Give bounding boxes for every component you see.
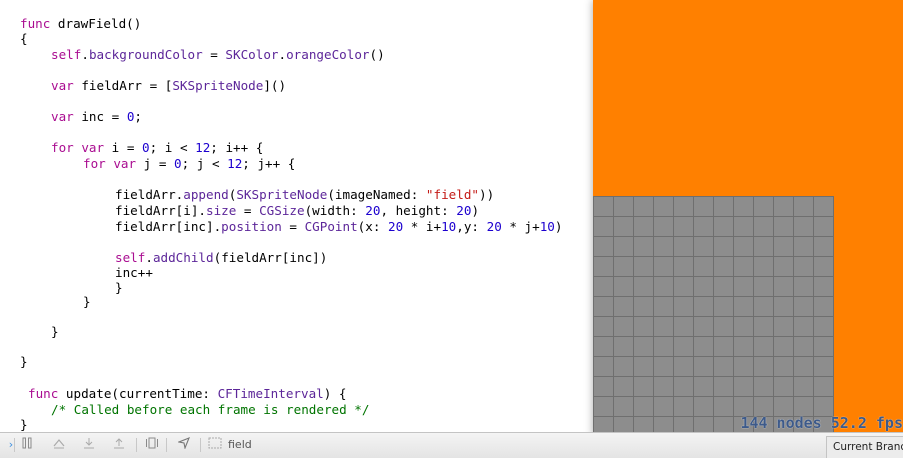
string-literal: "field" [425, 187, 479, 202]
code-line-addchild[interactable]: self.addChild(fieldArr[inc]) [115, 250, 327, 265]
code-line-brace-open[interactable]: { [20, 31, 28, 46]
keyword: func [20, 16, 51, 31]
frame-icon [206, 437, 224, 453]
location-icon[interactable] [175, 437, 193, 453]
sprite-scene-window[interactable]: 144 nodes 52.2 fps [593, 0, 903, 436]
code-line-for-j[interactable]: for var j = 0; j < 12; j++ { [83, 156, 295, 171]
code-line-brace-close[interactable]: } [115, 280, 123, 295]
keyword: for [83, 156, 106, 171]
number-literal: 0 [142, 140, 150, 155]
code-line-fieldarr-decl[interactable]: var fieldArr = [SKSpriteNode]() [51, 78, 286, 93]
keyword: var [113, 156, 137, 171]
keyword: var [51, 109, 74, 124]
number-literal: 20 [365, 203, 381, 218]
method-name: orangeColor [286, 47, 370, 62]
step-into-icon[interactable] [80, 437, 98, 453]
current-branch-tab[interactable]: Current Branch [826, 436, 903, 458]
keyword: var [51, 78, 74, 93]
type-name: SKSpriteNode [236, 187, 328, 202]
code-line-func-drawfield[interactable]: func drawField() [20, 16, 141, 31]
field-tile-grid [593, 196, 834, 436]
code-line-comment[interactable]: /* Called before each frame is rendered … [51, 402, 369, 417]
step-out-icon[interactable] [110, 437, 128, 453]
divider [14, 438, 15, 452]
code-line-position[interactable]: fieldArr[inc].position = CGPoint(x: 20 *… [115, 219, 562, 234]
keyword: self [51, 47, 82, 62]
code-line-brace-close[interactable]: } [51, 324, 59, 339]
code-line-background-color[interactable]: self.backgroundColor = SKColor.orangeCol… [51, 47, 385, 62]
code-line-for-i[interactable]: for var i = 0; i < 12; i++ { [51, 140, 263, 155]
number-literal: 0 [126, 109, 135, 124]
view-debugger-icon[interactable] [143, 437, 161, 453]
type-name: CFTimeInterval [217, 386, 324, 401]
step-over-icon[interactable] [50, 437, 68, 453]
type-name: SKColor [225, 47, 279, 62]
divider [200, 438, 201, 452]
scene-stats-label: 144 nodes 52.2 fps [740, 414, 903, 432]
type-name: CGSize [259, 203, 305, 218]
number-literal: 12 [227, 156, 243, 171]
frame-label[interactable]: field [228, 437, 252, 453]
number-literal: 12 [195, 140, 211, 155]
code-line-append[interactable]: fieldArr.append(SKSpriteNode(imageNamed:… [115, 187, 494, 202]
keyword: func [28, 386, 59, 401]
code-line-brace-close[interactable]: } [20, 417, 28, 432]
pause-icon[interactable] [18, 437, 36, 453]
divider [166, 438, 167, 452]
number-literal: 10 [441, 219, 457, 234]
number-literal: 20 [456, 203, 472, 218]
type-name: CGPoint [304, 219, 358, 234]
code-line-brace-close[interactable]: } [20, 354, 28, 369]
code-line-inc-decl[interactable]: var inc = 0; [51, 109, 142, 124]
divider [136, 438, 137, 452]
number-literal: 20 [388, 219, 404, 234]
comment: /* Called before each frame is rendered … [51, 402, 370, 417]
keyword: for [51, 140, 74, 155]
code-line-brace-close[interactable]: } [83, 294, 91, 309]
code-line-func-update[interactable]: func update(currentTime: CFTimeInterval)… [28, 386, 346, 401]
debug-bar: › field [0, 432, 903, 458]
code-line-inc-increment[interactable]: inc++ [115, 265, 153, 280]
code-line-size[interactable]: fieldArr[i].size = CGSize(width: 20, hei… [115, 203, 479, 218]
keyword: var [81, 140, 105, 155]
number-literal: 10 [539, 219, 555, 234]
number-literal: 20 [486, 219, 502, 234]
number-literal: 0 [174, 156, 182, 171]
type-name: SKSpriteNode [172, 78, 264, 93]
keyword: self [115, 250, 146, 265]
